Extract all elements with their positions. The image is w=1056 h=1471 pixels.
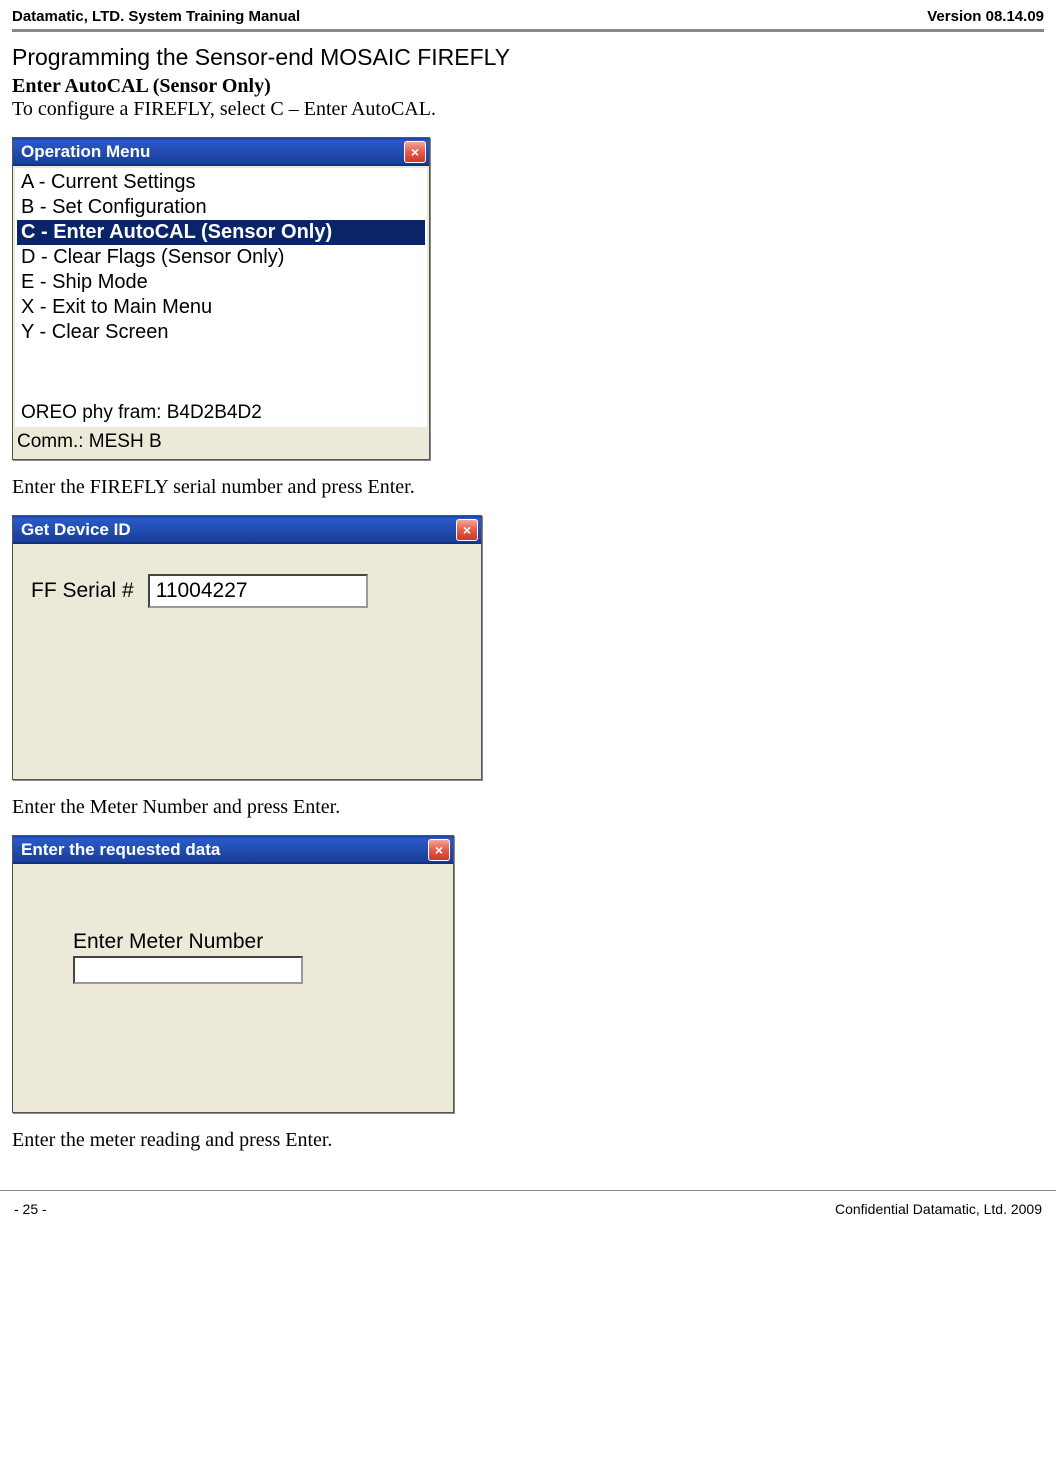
menu-spacer bbox=[17, 345, 425, 401]
section-heading: Programming the Sensor-end MOSAIC FIREFL… bbox=[12, 44, 1044, 71]
dialog-title: Enter the requested data bbox=[21, 840, 220, 860]
close-icon: × bbox=[463, 522, 471, 538]
close-icon: × bbox=[411, 144, 419, 160]
header-right: Version 08.14.09 bbox=[927, 8, 1044, 25]
body-text-2: Enter the FIREFLY serial number and pres… bbox=[12, 476, 1044, 499]
page-content: Programming the Sensor-end MOSAIC FIREFL… bbox=[0, 32, 1056, 1160]
page-header: Datamatic, LTD. System Training Manual V… bbox=[0, 0, 1056, 29]
footer-right: Confidential Datamatic, Ltd. 2009 bbox=[835, 1201, 1042, 1217]
dialog-title: Operation Menu bbox=[21, 142, 150, 162]
meter-number-label: Enter Meter Number bbox=[73, 930, 453, 954]
header-left: Datamatic, LTD. System Training Manual bbox=[12, 8, 300, 25]
menu-item-a[interactable]: A - Current Settings bbox=[17, 170, 425, 195]
body-text-4: Enter the meter reading and press Enter. bbox=[12, 1129, 1044, 1152]
dialog-body: Enter Meter Number bbox=[13, 864, 453, 1112]
menu-footer-1: OREO phy fram: B4D2B4D2 bbox=[17, 401, 425, 425]
serial-row: FF Serial # bbox=[13, 544, 481, 608]
close-button[interactable]: × bbox=[456, 519, 478, 541]
dialog-title: Get Device ID bbox=[21, 520, 131, 540]
menu-item-y[interactable]: Y - Clear Screen bbox=[17, 320, 425, 345]
section-subheading: Enter AutoCAL (Sensor Only) bbox=[12, 75, 1044, 98]
operation-menu-dialog: Operation Menu × A - Current Settings B … bbox=[12, 137, 430, 460]
menu-item-e[interactable]: E - Ship Mode bbox=[17, 270, 425, 295]
body-text-1: To configure a FIREFLY, select C – Enter… bbox=[12, 98, 1044, 121]
body-text-3: Enter the Meter Number and press Enter. bbox=[12, 796, 1044, 819]
dialog-titlebar: Enter the requested data × bbox=[13, 836, 453, 864]
ff-serial-input[interactable] bbox=[148, 574, 368, 608]
meter-number-input[interactable] bbox=[73, 956, 303, 984]
get-device-id-dialog: Get Device ID × FF Serial # bbox=[12, 515, 482, 780]
menu-item-x[interactable]: X - Exit to Main Menu bbox=[17, 295, 425, 320]
ff-serial-label: FF Serial # bbox=[31, 579, 134, 603]
menu-footer-2: Comm.: MESH B bbox=[13, 429, 429, 459]
dialog-body: A - Current Settings B - Set Configurati… bbox=[15, 168, 427, 427]
dialog-body: FF Serial # bbox=[13, 544, 481, 779]
menu-item-b[interactable]: B - Set Configuration bbox=[17, 195, 425, 220]
dialog-titlebar: Operation Menu × bbox=[13, 138, 429, 166]
page-footer: - 25 - Confidential Datamatic, Ltd. 2009 bbox=[0, 1190, 1056, 1227]
close-icon: × bbox=[435, 842, 443, 858]
dialog-titlebar: Get Device ID × bbox=[13, 516, 481, 544]
footer-left: - 25 - bbox=[14, 1201, 47, 1217]
close-button[interactable]: × bbox=[428, 839, 450, 861]
menu-item-d[interactable]: D - Clear Flags (Sensor Only) bbox=[17, 245, 425, 270]
enter-requested-data-dialog: Enter the requested data × Enter Meter N… bbox=[12, 835, 454, 1113]
menu-item-c[interactable]: C - Enter AutoCAL (Sensor Only) bbox=[17, 220, 425, 245]
close-button[interactable]: × bbox=[404, 141, 426, 163]
